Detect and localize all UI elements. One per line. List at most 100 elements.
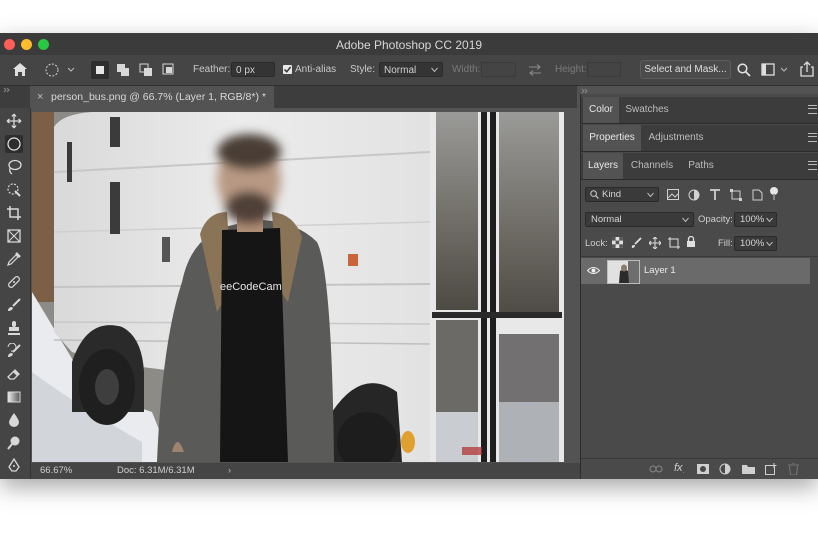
opacity-label: Opacity: <box>698 214 733 225</box>
blend-mode-value: Normal <box>591 214 622 225</box>
options-bar: Feather: 0 px Anti-alias Style: Normal W… <box>0 55 818 86</box>
lock-artboard-icon[interactable] <box>668 237 680 252</box>
tab-channels[interactable]: Channels <box>626 153 678 179</box>
history-brush-tool-icon[interactable] <box>5 342 23 360</box>
search-icon[interactable] <box>737 63 751 80</box>
new-group-icon[interactable] <box>742 464 755 477</box>
new-selection-mode-button[interactable] <box>91 61 109 79</box>
opacity-input[interactable]: 100% <box>734 212 777 227</box>
link-layers-icon[interactable] <box>649 464 663 477</box>
shirt-text: eeCodeCam <box>220 281 282 293</box>
layer-filter-select[interactable]: Kind <box>585 187 659 202</box>
elliptical-marquee-tool-icon[interactable] <box>5 135 23 153</box>
tab-swatches[interactable]: Swatches <box>621 97 673 123</box>
layer-filter-value: Kind <box>602 189 622 200</box>
clone-stamp-tool-icon[interactable] <box>5 319 23 337</box>
intersect-selection-button[interactable] <box>160 61 178 82</box>
document-size: Doc: 6.31M/6.31M <box>117 465 195 476</box>
swap-width-height-icon[interactable] <box>528 64 542 79</box>
panels-dock: Color Swatches Properties Adjustments La… <box>580 88 818 479</box>
anti-alias-checkbox[interactable] <box>283 65 292 74</box>
filter-type-layers-icon[interactable] <box>709 189 721 204</box>
title-bar: Adobe Photoshop CC 2019 <box>0 33 818 55</box>
photoshop-window: Adobe Photoshop CC 2019 Feather: 0 px An… <box>0 33 818 479</box>
blend-mode-select[interactable]: Normal <box>585 212 694 227</box>
status-menu-icon[interactable]: › <box>228 465 231 476</box>
elliptical-marquee-preset-icon[interactable] <box>44 62 76 81</box>
select-and-mask-button[interactable]: Select and Mask... <box>640 60 731 79</box>
color-panel-tabs: Color Swatches <box>581 97 818 124</box>
lock-image-pixels-icon[interactable] <box>631 237 642 251</box>
close-document-icon[interactable]: × <box>37 86 43 108</box>
home-icon[interactable] <box>12 62 28 80</box>
tab-properties[interactable]: Properties <box>583 125 641 151</box>
crop-tool-icon[interactable] <box>5 204 23 222</box>
layer-name[interactable]: Layer 1 <box>644 265 676 276</box>
frame-tool-icon[interactable] <box>5 227 23 245</box>
style-select[interactable]: Normal <box>379 62 443 77</box>
style-select-value: Normal <box>384 65 417 76</box>
toolbar-collapse-handle[interactable] <box>0 86 30 108</box>
feather-input[interactable]: 0 px <box>231 62 275 77</box>
lock-label: Lock: <box>585 238 608 249</box>
blur-tool-icon[interactable] <box>5 411 23 429</box>
properties-panel-menu-icon[interactable] <box>808 133 817 142</box>
delete-layer-icon[interactable] <box>788 462 799 478</box>
filter-toggle-icon[interactable] <box>769 186 779 205</box>
width-label: Width: <box>452 64 481 75</box>
fill-input[interactable]: 100% <box>734 236 777 251</box>
share-icon[interactable] <box>800 61 814 80</box>
workspace-icon[interactable] <box>761 63 789 80</box>
lock-position-icon[interactable] <box>648 236 662 252</box>
fill-label: Fill: <box>718 238 733 249</box>
filter-pixel-layers-icon[interactable] <box>667 189 679 203</box>
properties-panel-tabs: Properties Adjustments <box>581 125 818 152</box>
subtract-from-selection-button[interactable] <box>137 61 155 82</box>
layers-panel-tabs: Layers Channels Paths <box>581 153 818 180</box>
zoom-level[interactable]: 66.67% <box>40 465 72 476</box>
pen-tool-icon[interactable] <box>5 457 23 475</box>
height-input[interactable] <box>587 62 621 77</box>
style-label: Style: <box>350 64 376 75</box>
layers-scrollbar[interactable] <box>810 258 818 458</box>
document-tab[interactable]: × person_bus.png @ 66.7% (Layer 1, RGB/8… <box>30 86 274 108</box>
tab-color[interactable]: Color <box>583 97 619 123</box>
opacity-value: 100% <box>740 214 765 225</box>
layer-visibility-eye-icon[interactable] <box>586 266 601 278</box>
lasso-tool-icon[interactable] <box>5 158 23 176</box>
add-to-selection-button[interactable] <box>114 61 132 82</box>
filter-adjustment-layers-icon[interactable] <box>688 189 700 204</box>
move-tool-icon[interactable] <box>5 112 23 130</box>
eyedropper-tool-icon[interactable] <box>5 250 23 268</box>
quick-selection-tool-icon[interactable] <box>5 181 23 199</box>
filter-smart-objects-icon[interactable] <box>751 189 763 204</box>
lock-transparent-pixels-icon[interactable] <box>612 237 623 251</box>
panels-collapse-handle[interactable] <box>579 87 593 94</box>
status-bar: 66.67% Doc: 6.31M/6.31M › <box>31 463 580 479</box>
tab-adjustments[interactable]: Adjustments <box>643 125 709 151</box>
layers-footer: fx· <box>581 458 818 479</box>
document-canvas[interactable]: eeCodeCam <box>32 112 564 462</box>
healing-brush-tool-icon[interactable] <box>5 273 23 291</box>
color-panel-menu-icon[interactable] <box>808 105 817 114</box>
layer-style-fx-icon[interactable]: fx· <box>674 462 685 476</box>
tools-panel <box>0 108 31 479</box>
tab-paths[interactable]: Paths <box>681 153 721 179</box>
document-tab-label: person_bus.png @ 66.7% (Layer 1, RGB/8*)… <box>51 91 266 103</box>
add-layer-mask-icon[interactable] <box>697 464 709 477</box>
eraser-tool-icon[interactable] <box>5 365 23 383</box>
document-tab-bar: × person_bus.png @ 66.7% (Layer 1, RGB/8… <box>30 86 577 108</box>
brush-tool-icon[interactable] <box>5 296 23 314</box>
feather-label: Feather: <box>193 64 231 75</box>
dodge-tool-icon[interactable] <box>5 434 23 452</box>
new-layer-icon[interactable] <box>765 463 777 478</box>
new-adjustment-layer-icon[interactable] <box>719 463 731 478</box>
lock-all-icon[interactable] <box>686 235 696 251</box>
width-input[interactable] <box>481 62 516 77</box>
photo-image: eeCodeCam <box>32 112 564 462</box>
layer-row[interactable]: Layer 1 <box>581 258 810 284</box>
filter-shape-layers-icon[interactable] <box>730 189 742 204</box>
gradient-tool-icon[interactable] <box>5 388 23 406</box>
tab-layers[interactable]: Layers <box>583 153 623 179</box>
layers-panel-menu-icon[interactable] <box>808 161 817 170</box>
